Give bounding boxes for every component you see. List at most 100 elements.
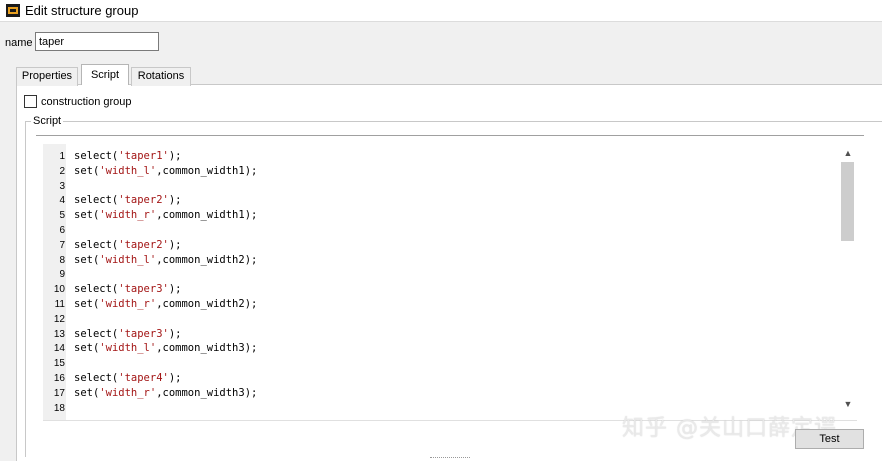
construction-group-checkbox[interactable] bbox=[24, 95, 37, 108]
code-text: select('taper4'); bbox=[74, 371, 182, 386]
tab-script-label: Script bbox=[90, 69, 120, 81]
code-string-literal: 'width_l' bbox=[99, 164, 157, 177]
script-group-title: Script bbox=[31, 115, 64, 127]
code-token: ); bbox=[168, 372, 182, 384]
code-line[interactable]: 7 select('taper2'); bbox=[43, 238, 833, 253]
code-token: ,common_width2); bbox=[156, 253, 258, 266]
code-line[interactable]: 6 bbox=[43, 223, 833, 238]
window-title: Edit structure group bbox=[25, 3, 139, 18]
code-text: select('taper2'); bbox=[74, 193, 182, 208]
code-token: set( bbox=[74, 342, 100, 355]
code-line[interactable]: 1 select('taper1'); bbox=[43, 149, 833, 164]
code-text: set('width_l',common_width1); bbox=[74, 164, 257, 179]
line-number: 11 bbox=[54, 299, 65, 310]
line-number: 16 bbox=[53, 373, 65, 384]
code-line[interactable]: 2 set('width_l',common_width1); bbox=[43, 164, 833, 179]
line-number: 17 bbox=[53, 387, 65, 399]
structure-group-app-icon bbox=[6, 4, 20, 17]
name-input[interactable] bbox=[35, 32, 159, 51]
title-bar: Edit structure group bbox=[0, 0, 882, 22]
line-number: 2 bbox=[59, 165, 65, 177]
code-token: ); bbox=[168, 150, 182, 162]
code-token: set( bbox=[74, 209, 100, 222]
code-text: select('taper3'); bbox=[74, 327, 182, 342]
code-token: ,common_width3); bbox=[156, 342, 258, 355]
code-line[interactable]: 5 set('width_r',common_width1); bbox=[43, 208, 833, 223]
code-token: select( bbox=[74, 283, 119, 296]
code-line[interactable]: 3 bbox=[43, 179, 833, 194]
line-number: 10 bbox=[53, 284, 65, 296]
code-token: ,common_width2); bbox=[156, 298, 258, 310]
line-number: 6 bbox=[59, 225, 65, 236]
code-string-literal: 'width_r' bbox=[99, 386, 157, 399]
code-token: ); bbox=[168, 283, 182, 296]
tab-rotations[interactable]: Rotations bbox=[131, 67, 191, 86]
test-button[interactable]: Test bbox=[795, 429, 864, 449]
line-number: 8 bbox=[59, 254, 65, 266]
code-line[interactable]: 16 select('taper4'); bbox=[43, 371, 833, 386]
line-number: 15 bbox=[53, 358, 65, 370]
code-text: select('taper2'); bbox=[74, 238, 182, 253]
code-line[interactable]: 9 bbox=[43, 267, 833, 282]
code-line[interactable]: 12 bbox=[43, 312, 833, 327]
code-string-literal: 'width_r' bbox=[99, 209, 157, 222]
code-line[interactable]: 17 set('width_r',common_width3); bbox=[43, 386, 833, 401]
tab-properties-label: Properties bbox=[21, 70, 73, 82]
code-token: select( bbox=[74, 150, 119, 162]
code-line[interactable]: 13 select('taper3'); bbox=[43, 327, 833, 342]
line-number: 5 bbox=[59, 210, 65, 222]
code-string-literal: 'taper3' bbox=[118, 283, 169, 296]
name-label: name bbox=[5, 37, 33, 49]
line-number: 9 bbox=[59, 269, 65, 281]
line-number: 14 bbox=[53, 343, 65, 355]
code-line[interactable]: 8 set('width_l',common_width2); bbox=[43, 253, 833, 268]
code-string-literal: 'width_l' bbox=[99, 342, 157, 355]
code-token: ,common_width3); bbox=[156, 386, 258, 399]
line-number: 3 bbox=[59, 180, 65, 192]
code-string-literal: 'width_r' bbox=[99, 298, 157, 310]
code-string-literal: 'taper2' bbox=[118, 238, 169, 251]
line-number: 1 bbox=[59, 151, 65, 162]
code-string-literal: 'taper2' bbox=[118, 194, 169, 207]
code-text: set('width_r',common_width3); bbox=[74, 386, 257, 401]
line-number: 18 bbox=[53, 402, 65, 414]
code-line[interactable]: 10 select('taper3'); bbox=[43, 282, 833, 297]
scrollbar-thumb[interactable] bbox=[841, 162, 854, 241]
script-editor[interactable]: 1 select('taper1'); 2 set('width_l',common_… bbox=[43, 144, 857, 420]
code-string-literal: 'taper3' bbox=[118, 327, 169, 340]
tab-script[interactable]: Script bbox=[81, 64, 129, 85]
code-token: select( bbox=[74, 327, 119, 340]
code-string-literal: 'taper1' bbox=[118, 150, 169, 162]
vertical-scrollbar[interactable]: ▲ ▼ bbox=[840, 146, 856, 411]
code-token: ,common_width1); bbox=[156, 209, 258, 222]
code-token: select( bbox=[74, 238, 119, 251]
code-text: select('taper1'); bbox=[74, 149, 182, 164]
code-token: ,common_width1); bbox=[156, 164, 258, 177]
code-line[interactable]: 15 bbox=[43, 356, 833, 371]
editor-top-divider bbox=[36, 135, 864, 136]
code-token: select( bbox=[74, 372, 119, 384]
code-token: set( bbox=[74, 253, 100, 266]
code-token: select( bbox=[74, 194, 119, 207]
scroll-down-arrow-icon[interactable]: ▼ bbox=[840, 397, 856, 411]
code-token: ); bbox=[168, 194, 182, 207]
resize-grip[interactable] bbox=[430, 457, 470, 460]
code-line[interactable]: 11 set('width_r',common_width2); bbox=[43, 297, 833, 312]
scroll-up-arrow-icon[interactable]: ▲ bbox=[840, 146, 856, 160]
code-text: set('width_r',common_width1); bbox=[74, 208, 257, 223]
code-text: select('taper3'); bbox=[74, 282, 182, 297]
code-line[interactable]: 4 select('taper2'); bbox=[43, 193, 833, 208]
code-token: set( bbox=[74, 298, 100, 310]
line-number: 12 bbox=[53, 313, 65, 325]
code-string-literal: 'taper4' bbox=[118, 372, 169, 384]
code-token: ); bbox=[168, 327, 182, 340]
code-line[interactable]: 14 set('width_l',common_width3); bbox=[43, 341, 833, 356]
code-text: set('width_l',common_width3); bbox=[74, 341, 257, 356]
code-string-literal: 'width_l' bbox=[99, 253, 157, 266]
line-number: 7 bbox=[59, 239, 65, 251]
code-token: ); bbox=[168, 238, 182, 251]
code-token: set( bbox=[74, 386, 100, 399]
line-number: 13 bbox=[53, 328, 65, 340]
code-token: set( bbox=[74, 164, 100, 177]
tab-properties[interactable]: Properties bbox=[16, 67, 78, 86]
